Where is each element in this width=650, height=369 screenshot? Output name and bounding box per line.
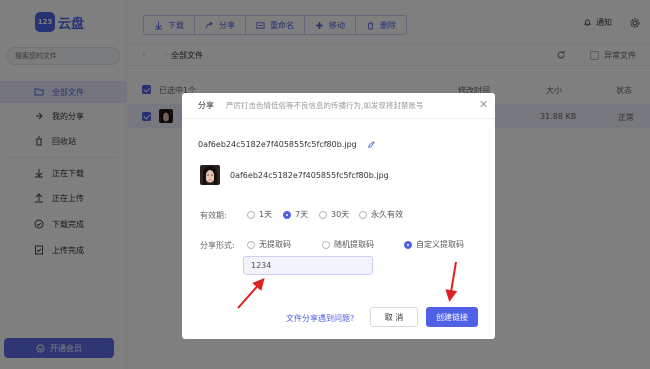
radio-circle[interactable] (322, 240, 330, 249)
dialog-title: 分享 (198, 101, 214, 110)
radio-circle[interactable] (247, 240, 255, 249)
radio-circle[interactable] (404, 240, 412, 249)
radio-label: 1天 (259, 210, 273, 219)
share-file-name-row: 0af6eb24c5182e7f405855fc5fcf80b.jpg (198, 140, 375, 149)
dialog-divider (182, 118, 495, 119)
share-form-random-code[interactable]: 随机提取码 (322, 239, 374, 250)
share-form-label: 分享形式: (200, 241, 235, 250)
share-file-thumbnail (200, 165, 220, 185)
radio-label: 永久有效 (371, 210, 403, 219)
radio-circle[interactable] (283, 210, 291, 219)
radio-circle[interactable] (359, 210, 367, 219)
validity-option-1-day[interactable]: 1天 (247, 209, 272, 220)
validity-option-30-days[interactable]: 30天 (319, 209, 349, 220)
share-dialog: 分享 严厉打击色情低俗等不良信息的传播行为,如发现将封禁账号 ✕ 0af6eb2… (182, 93, 495, 339)
extract-code-input[interactable] (243, 256, 373, 275)
create-link-button[interactable]: 创建链接 (426, 307, 478, 327)
share-form-custom-code[interactable]: 自定义提取码 (404, 239, 464, 250)
validity-option-permanent[interactable]: 永久有效 (359, 209, 403, 220)
radio-label: 随机提取码 (334, 240, 374, 249)
radio-label: 无提取码 (259, 240, 291, 249)
radio-label: 30天 (331, 210, 350, 219)
close-icon[interactable]: ✕ (479, 98, 488, 111)
radio-circle[interactable] (247, 210, 255, 219)
share-help-link[interactable]: 文件分享遇到问题? (286, 313, 354, 324)
radio-circle[interactable] (319, 210, 327, 219)
cancel-button[interactable]: 取 消 (370, 307, 418, 327)
share-form-no-code[interactable]: 无提取码 (247, 239, 291, 250)
share-file-list-name: 0af6eb24c5182e7f405855fc5fcf80b.jpg (230, 171, 389, 180)
validity-option-7-days[interactable]: 7天 (283, 209, 308, 220)
edit-pencil-icon[interactable] (367, 140, 375, 149)
radio-label: 7天 (295, 210, 309, 219)
radio-label: 自定义提取码 (416, 240, 464, 249)
dialog-warning: 严厉打击色情低俗等不良信息的传播行为,如发现将封禁账号 (226, 101, 424, 110)
share-file-name: 0af6eb24c5182e7f405855fc5fcf80b.jpg (198, 140, 357, 149)
validity-label: 有效期: (200, 211, 227, 220)
